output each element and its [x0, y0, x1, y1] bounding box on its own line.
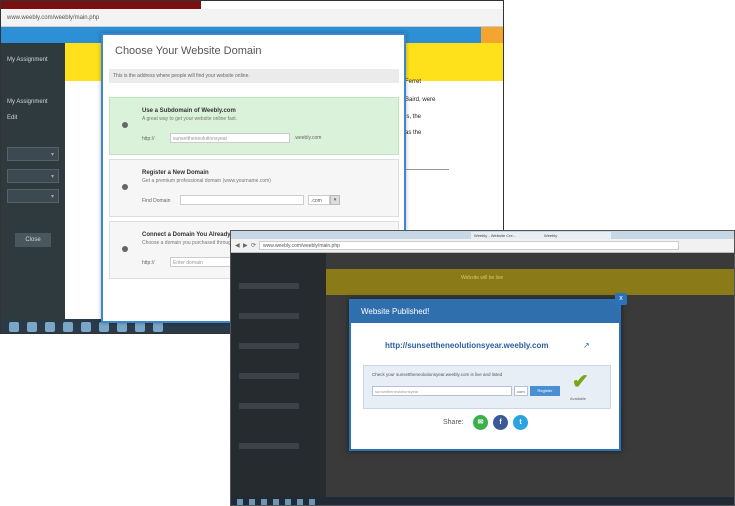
taskbar-app-icon[interactable] [261, 499, 267, 505]
taskbar-app-icon[interactable] [81, 322, 91, 332]
sidebar-label: My Assignment [7, 99, 48, 105]
browser-tab[interactable]: Weebly - Website Cre... [471, 232, 551, 239]
forward-icon[interactable]: ▶ [243, 242, 248, 249]
divider [405, 169, 449, 170]
site-header-banner [326, 269, 734, 295]
dialog-header: Website Published! [351, 301, 619, 323]
taskbar-app-icon[interactable] [117, 322, 127, 332]
publish-button[interactable] [481, 27, 503, 43]
screenshot-website-published: Weebly - Website Cre... Weebly ◀ ▶ ⟳ www… [230, 230, 735, 506]
taskbar-app-icon[interactable] [297, 499, 303, 505]
address-bar[interactable]: www.weebly.com/weebly/main.php [259, 241, 679, 250]
panel-label: Check your sunsettheneolutionsyear.weebl… [372, 372, 503, 377]
field-label: Find Domain [142, 198, 171, 204]
published-site-link[interactable]: http://sunsettheneolutionsyear.weebly.co… [385, 341, 548, 350]
radio-selected[interactable] [122, 122, 128, 128]
sidebar-label: My Assignment [7, 57, 48, 63]
header-text: Website will be live [461, 275, 504, 281]
dialog-title: Website Published! [361, 307, 430, 316]
taskbar-app-icon[interactable] [285, 499, 291, 505]
chevron-down-icon[interactable]: ▾ [330, 195, 340, 205]
domain-suffix: .weebly.com [294, 135, 322, 141]
option-subdomain[interactable]: Use a Subdomain of Weebly.com A great wa… [109, 97, 399, 155]
option-description: A great way to get your website online f… [142, 116, 238, 122]
sidebar-field[interactable]: ▾ [7, 169, 59, 183]
email-share-icon[interactable]: ✉ [473, 415, 488, 430]
facebook-share-icon[interactable]: f [493, 415, 508, 430]
field-label: http:// [142, 136, 155, 142]
option-heading: Register a New Domain [142, 170, 209, 176]
start-icon[interactable] [237, 499, 243, 505]
editor-sidebar [231, 253, 326, 499]
twitter-share-icon[interactable]: t [513, 415, 528, 430]
external-link-icon[interactable]: ↗ [583, 341, 590, 350]
subdomain-input[interactable]: sunsettheneolutionsyear [170, 133, 290, 143]
chevron-down-icon: ▾ [50, 152, 54, 158]
sidebar-item[interactable] [239, 313, 299, 319]
field-label: http:// [142, 260, 155, 266]
tld-select[interactable]: .com [308, 195, 330, 205]
taskbar-app-icon[interactable] [27, 322, 37, 332]
page-text-line: Baird, were [405, 97, 436, 103]
taskbar [231, 497, 734, 505]
radio[interactable] [122, 184, 128, 190]
sidebar-label: Edit [7, 115, 18, 121]
close-button[interactable]: x [615, 293, 627, 305]
sidebar-item[interactable] [239, 283, 299, 289]
editor-sidebar: My Assignment My Assignment Edit ▾ ▾ ▾ C… [1, 43, 65, 329]
taskbar-app-icon[interactable] [99, 322, 109, 332]
sidebar-item[interactable] [239, 343, 299, 349]
taskbar-app-icon[interactable] [63, 322, 73, 332]
share-label: Share: [443, 419, 464, 426]
checkmark-icon: ✔ [572, 371, 589, 393]
option-register-domain[interactable]: Register a New Domain Get a premium prof… [109, 159, 399, 217]
domain-search-input[interactable] [180, 195, 304, 205]
address-bar[interactable]: www.weebly.com/weebly/main.php [1, 9, 503, 27]
sidebar-item[interactable] [239, 403, 299, 409]
browser-tab-red[interactable] [1, 1, 201, 9]
tld-select[interactable]: .com [514, 386, 528, 396]
dialog-subtitle: This is the address where people will fi… [109, 69, 399, 83]
option-heading: Use a Subdomain of Weebly.com [142, 108, 236, 114]
page-text-line: Ferret [405, 79, 422, 85]
page-text-line: as the [405, 130, 422, 136]
register-button[interactable]: Register [530, 386, 560, 396]
taskbar-app-icon[interactable] [309, 499, 315, 505]
domain-input[interactable]: sunsettheneolutionsyear [372, 386, 512, 396]
page-text-line: ls, the [405, 114, 422, 120]
taskbar-app-icon[interactable] [153, 322, 163, 332]
sidebar-field[interactable]: ▾ [7, 147, 59, 161]
dialog-title: Choose Your Website Domain [115, 45, 262, 57]
taskbar-app-icon[interactable] [249, 499, 255, 505]
website-published-dialog: Website Published! x http://sunsettheneo… [349, 293, 627, 451]
sidebar-field[interactable]: ▾ [7, 189, 59, 203]
chevron-down-icon: ▾ [50, 174, 54, 180]
taskbar-app-icon[interactable] [135, 322, 145, 332]
radio[interactable] [122, 246, 128, 252]
taskbar-app-icon[interactable] [45, 322, 55, 332]
browser-tab-strip: Weebly - Website Cre... Weebly [231, 231, 734, 239]
taskbar-app-icon[interactable] [273, 499, 279, 505]
browser-tab[interactable]: Weebly [541, 232, 611, 239]
domain-upgrade-panel: Check your sunsettheneolutionsyear.weebl… [363, 365, 611, 409]
reload-icon[interactable]: ⟳ [251, 242, 256, 249]
option-description: Get a premium professional domain (www.y… [142, 178, 271, 184]
sidebar-item[interactable] [239, 443, 299, 449]
back-icon[interactable]: ◀ [235, 242, 240, 249]
sidebar-close-button[interactable]: Close [15, 233, 51, 247]
chevron-down-icon: ▾ [50, 194, 54, 200]
sidebar-item[interactable] [239, 373, 299, 379]
availability-label: Available [570, 396, 587, 401]
start-icon[interactable] [9, 322, 19, 332]
